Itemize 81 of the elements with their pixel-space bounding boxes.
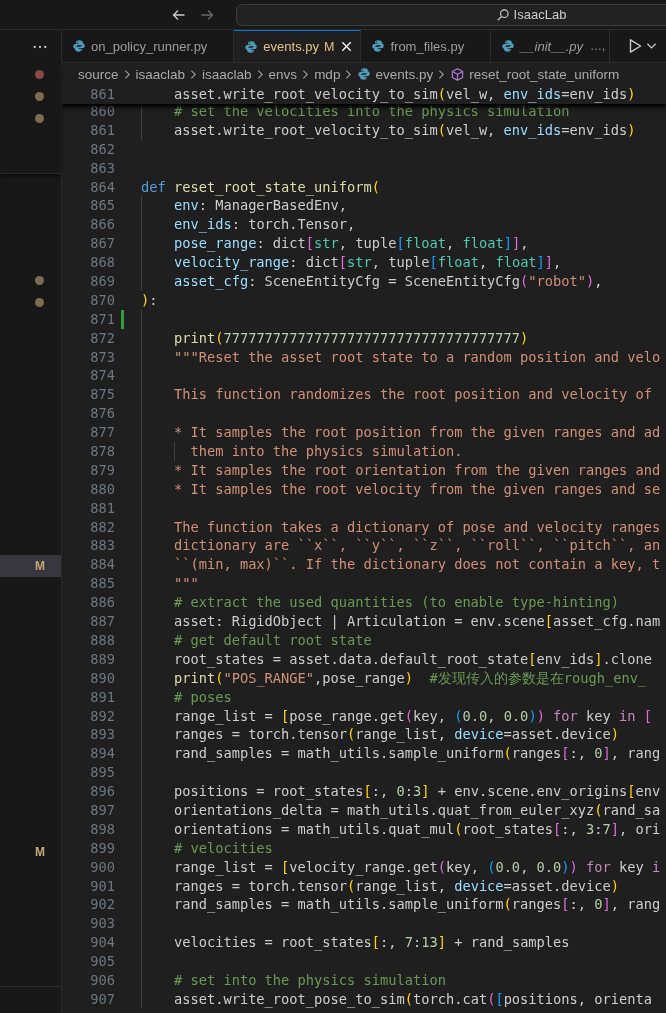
line-number: 904 <box>89 933 116 953</box>
line-number: 894 <box>89 744 116 764</box>
python-icon <box>244 39 259 54</box>
line-number: 865 <box>89 196 116 216</box>
code-line: asset.write_root_velocity_to_sim(vel_w, env_ids=env_ids) <box>172 85 637 104</box>
line-number: 890 <box>89 668 116 688</box>
line-number: 879 <box>89 460 116 480</box>
breadcrumb-item[interactable]: source <box>78 66 119 82</box>
code-line: ): <box>141 290 159 310</box>
cube-icon <box>450 66 466 82</box>
line-number: 871 <box>89 309 116 329</box>
git-status: M <box>35 845 45 859</box>
tab-description: …, <box>590 39 606 53</box>
chevron-icon <box>345 68 353 80</box>
line-number: 862 <box>89 139 116 159</box>
line-number: 895 <box>89 763 116 783</box>
line-number: 869 <box>89 272 116 291</box>
line-number: 901 <box>89 876 116 896</box>
breadcrumb-item[interactable]: mdp <box>314 66 341 82</box>
breadcrumb-item[interactable]: events.py <box>375 66 434 82</box>
line-number: 907 <box>89 989 116 1009</box>
modified-status: M <box>324 39 335 54</box>
line-number: 884 <box>89 555 116 575</box>
more-icon[interactable] <box>33 44 47 49</box>
line-number: 898 <box>89 819 116 839</box>
chevron-down-icon[interactable] <box>646 42 657 50</box>
breadcrumb-item[interactable]: envs <box>268 66 298 82</box>
line-number: 897 <box>89 800 116 820</box>
line-number: 868 <box>89 253 116 272</box>
line-number: 872 <box>89 328 116 348</box>
chevron-icon <box>438 68 446 80</box>
line-number: 891 <box>89 687 116 707</box>
line-number: 870 <box>89 290 116 310</box>
breadcrumb-item[interactable]: isaaclab <box>135 66 186 82</box>
chevron-icon <box>302 68 310 80</box>
line-number: 881 <box>89 498 116 518</box>
line-number: 861 <box>89 120 116 140</box>
line-number: 880 <box>89 479 116 499</box>
editor-tab[interactable]: events.py M <box>234 30 362 62</box>
line-number: 867 <box>89 234 116 254</box>
code-line: def reset_root_state_uniform( <box>141 177 381 197</box>
line-number: 863 <box>89 158 116 178</box>
line-number: 900 <box>89 857 116 877</box>
line-number: 882 <box>89 517 116 537</box>
search-icon <box>495 7 510 22</box>
selected-row[interactable]: M <box>0 555 61 577</box>
breadcrumb-item[interactable]: isaaclab <box>202 66 252 82</box>
line-number: 874 <box>89 366 116 386</box>
python-icon <box>72 39 86 53</box>
git-status: M <box>35 559 45 573</box>
line-number: 903 <box>89 914 116 934</box>
breadcrumb-item[interactable]: reset_root_state_uniform <box>469 66 620 82</box>
line-number: 893 <box>89 725 116 745</box>
line-number: 905 <box>89 952 116 971</box>
chevron-icon <box>123 68 131 80</box>
python-icon <box>501 39 516 53</box>
search-field[interactable]: IsaacLab <box>236 3 666 26</box>
line-number: 866 <box>89 215 116 235</box>
line-number: 883 <box>89 536 116 556</box>
line-number: 902 <box>89 895 116 915</box>
line-number: 888 <box>89 630 116 650</box>
line-number: 892 <box>89 706 116 726</box>
chevron-icon <box>190 68 198 80</box>
line-number: 885 <box>89 574 116 594</box>
line-number: 886 <box>89 593 116 613</box>
line-number: 899 <box>89 838 116 858</box>
python-icon <box>357 67 372 81</box>
python-icon <box>371 39 386 53</box>
line-number: 873 <box>89 347 116 367</box>
line-number: 877 <box>89 423 116 443</box>
line-number: 860 <box>89 102 116 121</box>
line-number: 887 <box>89 612 116 631</box>
line-number: 861 <box>89 85 116 104</box>
line-number: 876 <box>89 404 116 424</box>
line-number: 906 <box>89 970 116 990</box>
line-number: 864 <box>89 177 116 197</box>
line-number: 878 <box>89 442 116 461</box>
line-number: 896 <box>89 782 116 801</box>
line-number: 875 <box>89 385 116 405</box>
chevron-icon <box>256 68 264 80</box>
line-number: 889 <box>89 649 116 669</box>
